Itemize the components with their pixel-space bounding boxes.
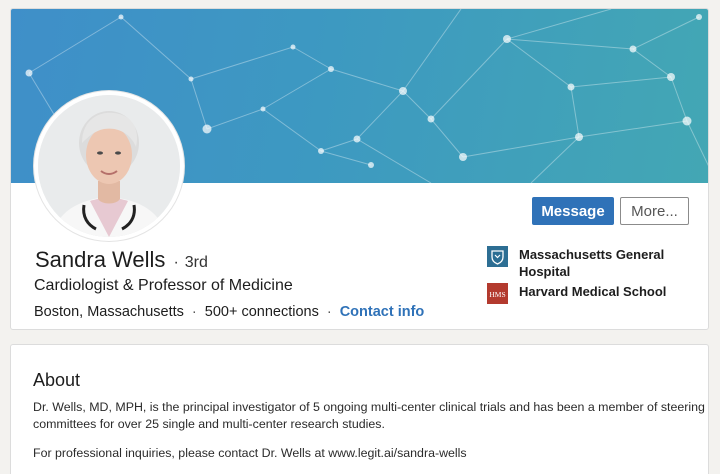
profile-card: Message More... Sandra Wells · 3rd Cardi…: [10, 8, 709, 330]
hms-logo-text: HMS: [489, 290, 505, 299]
profile-headline: Cardiologist & Professor of Medicine: [34, 277, 293, 294]
about-card: About Dr. Wells, MD, MPH, is the princip…: [10, 344, 709, 474]
separator-dot: ·: [326, 304, 332, 320]
organization-name: Massachusetts General Hospital: [519, 247, 665, 279]
profile-meta: Boston, Massachusetts · 500+ connections…: [34, 304, 424, 320]
portrait-image: [38, 95, 180, 237]
hms-logo-icon: HMS: [487, 283, 508, 304]
profile-avatar[interactable]: [34, 91, 184, 241]
separator-dot: ·: [173, 254, 179, 271]
organization-name: Harvard Medical School: [519, 284, 667, 299]
about-paragraph: For professional inquiries, please conta…: [33, 446, 467, 460]
more-button[interactable]: More...: [620, 197, 689, 225]
profile-location: Boston, Massachusetts: [34, 304, 184, 320]
profile-name: Sandra Wells: [35, 247, 166, 272]
about-title: About: [33, 370, 81, 390]
connection-degree: 3rd: [184, 254, 208, 271]
message-button[interactable]: Message: [532, 197, 614, 225]
name-row: Sandra Wells · 3rd: [35, 247, 208, 273]
organization-item[interactable]: HMS Harvard Medical School: [487, 283, 679, 304]
organization-item[interactable]: Massachusetts General Hospital: [487, 246, 679, 280]
separator-dot: ·: [191, 304, 197, 320]
connections-count[interactable]: 500+ connections: [205, 304, 319, 320]
avatar-photo: [38, 95, 180, 237]
contact-info-link[interactable]: Contact info: [340, 304, 425, 320]
about-paragraph: Dr. Wells, MD, MPH, is the principal inv…: [33, 400, 705, 431]
hospital-logo-icon: [487, 246, 508, 267]
